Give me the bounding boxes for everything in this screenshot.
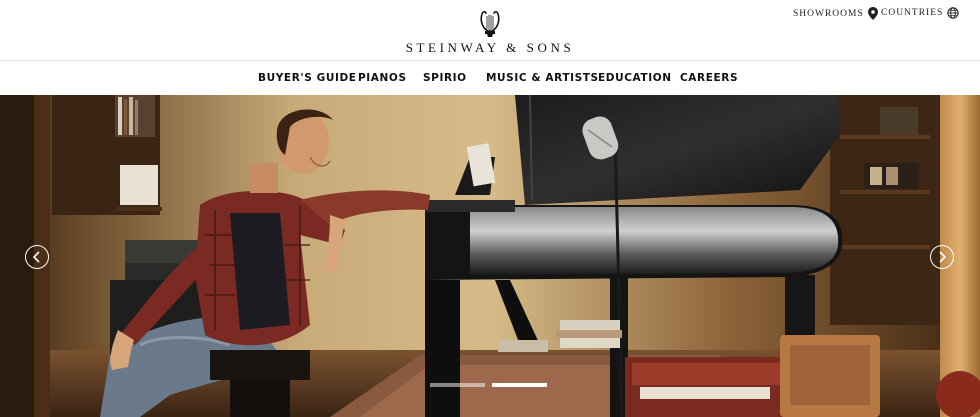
nav-item-pianos[interactable]: PIANOS: [358, 72, 407, 84]
countries-link[interactable]: COUNTRIES: [881, 7, 960, 19]
chevron-right-icon: [939, 251, 947, 263]
hero-image: [0, 95, 980, 417]
nav-item-music-artists[interactable]: MUSIC & ARTISTS: [486, 72, 599, 84]
nav-item-careers[interactable]: CAREERS: [680, 72, 738, 84]
hero-slider: [0, 95, 980, 417]
site-header: STEINWAY & SONS SHOWROOMS COUNTRIES: [0, 0, 980, 60]
brand-wordmark: STEINWAY & SONS: [405, 40, 575, 55]
nav-item-spirio[interactable]: SPIRIO: [423, 72, 467, 84]
slider-next-button[interactable]: [930, 245, 954, 269]
lyre-logo-icon: [480, 11, 500, 37]
countries-label: COUNTRIES: [881, 8, 944, 18]
globe-icon: [947, 7, 960, 19]
nav-item-education[interactable]: EDUCATION: [598, 72, 672, 84]
chevron-left-icon: [32, 251, 40, 263]
nav-item-buyers-guide[interactable]: BUYER'S GUIDE: [258, 72, 357, 84]
slider-indicator-2[interactable]: [492, 383, 547, 387]
showrooms-label: SHOWROOMS: [793, 8, 864, 19]
slider-indicators: [430, 383, 547, 387]
slider-prev-button[interactable]: [25, 245, 49, 269]
slider-indicator-1[interactable]: [430, 383, 485, 387]
main-nav: BUYER'S GUIDE PIANOS SPIRIO MUSIC & ARTI…: [0, 60, 980, 95]
showrooms-link[interactable]: SHOWROOMS: [793, 7, 878, 20]
map-pin-icon: [867, 7, 878, 20]
